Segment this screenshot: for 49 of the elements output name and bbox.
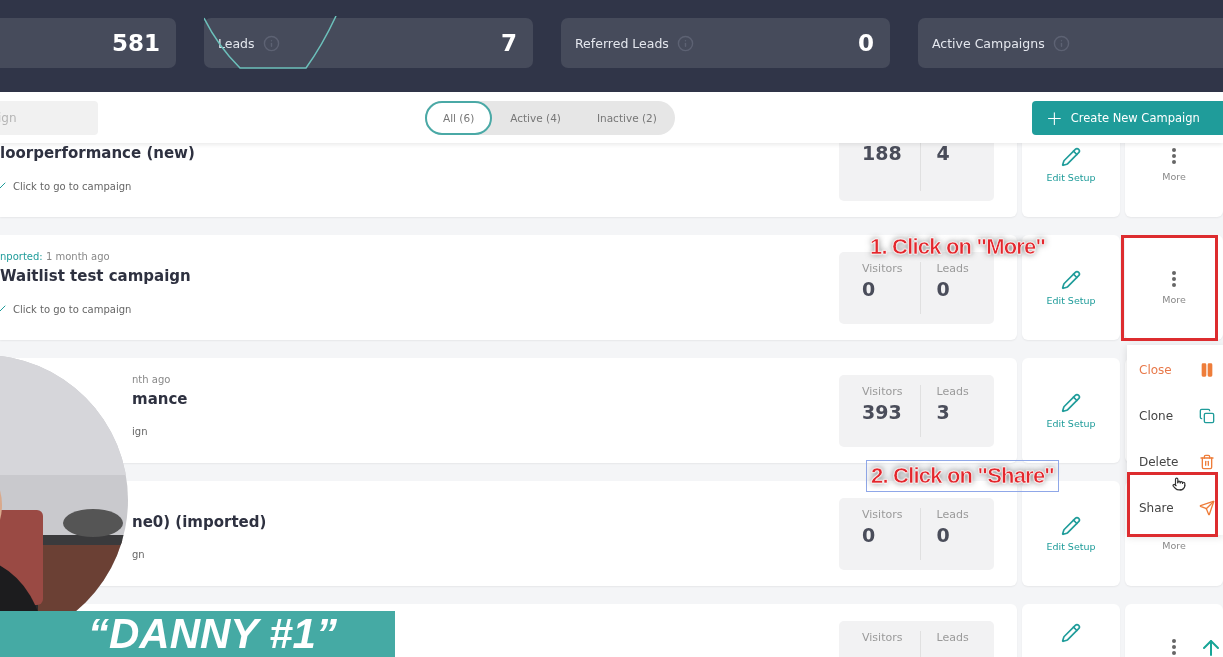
stat-label: Leads bbox=[936, 261, 970, 275]
stat-label: Visitors bbox=[862, 384, 904, 398]
stat-label: Visitors bbox=[862, 630, 904, 644]
campaign-name: loorperformance (new) bbox=[0, 144, 196, 162]
stat-value: 7 bbox=[501, 30, 517, 56]
stat-label: Leads bbox=[936, 630, 970, 644]
filter-tab[interactable]: All (6) bbox=[425, 100, 493, 135]
edit-setup-button[interactable]: Edit Setup bbox=[1046, 269, 1096, 306]
filter-tab[interactable]: Inactive (2) bbox=[578, 100, 675, 135]
campaign-name: mance bbox=[132, 390, 189, 408]
stat-value: 4 bbox=[936, 141, 951, 164]
campaign-name: ne0) (imported) bbox=[132, 513, 268, 531]
stat-value: 0 bbox=[862, 523, 877, 546]
stat-value: 188 bbox=[862, 141, 903, 164]
campaign-name: Waitlist test campaign bbox=[0, 267, 192, 285]
edit-setup-button[interactable]: Edit Setup bbox=[1046, 146, 1096, 183]
edit-setup-button[interactable]: Edit Setup bbox=[1046, 515, 1096, 552]
stat-value: 3 bbox=[936, 400, 951, 423]
menu-item[interactable]: Delete bbox=[1127, 439, 1223, 485]
annotation-text: 2. Click on "Share" bbox=[866, 460, 1059, 492]
search-field[interactable]: ign bbox=[0, 100, 98, 135]
stat-value: 0 bbox=[936, 523, 951, 546]
stat-label: Leads bbox=[936, 507, 970, 521]
more-button[interactable]: More bbox=[1162, 147, 1186, 182]
create-campaign-button[interactable]: + Create New Campaign bbox=[1032, 100, 1223, 135]
stat-value: 0 bbox=[858, 30, 874, 56]
annotation-text: 1. Click on "More" bbox=[869, 233, 1047, 261]
stat-value: 393 bbox=[862, 400, 903, 423]
campaign-link[interactable]: Click to go to campaign bbox=[13, 303, 132, 315]
campaign-meta: nth ago bbox=[132, 374, 172, 387]
campaign-link[interactable]: gn bbox=[132, 549, 145, 560]
stat-label: Leads bbox=[218, 35, 255, 51]
more-button[interactable]: More bbox=[1162, 270, 1186, 305]
stat-label: Visitors bbox=[862, 507, 904, 521]
stat-value: 581 bbox=[112, 30, 160, 56]
edit-setup-button[interactable]: Edit Setup bbox=[1046, 392, 1096, 429]
campaign-link[interactable]: ign bbox=[132, 426, 148, 437]
stat-label: Referred Leads bbox=[575, 35, 669, 51]
menu-item[interactable]: Clone bbox=[1127, 393, 1223, 439]
stat-label: Leads bbox=[936, 384, 970, 398]
video-caption: “DANNY #1” bbox=[0, 611, 395, 657]
stat-value: 0 bbox=[862, 277, 877, 300]
stat-label: Visitors bbox=[862, 261, 904, 275]
campaign-meta: nported: 1 month ago bbox=[0, 251, 111, 264]
stat-label: Active Campaigns bbox=[932, 35, 1045, 51]
stat-value: 0 bbox=[936, 277, 951, 300]
menu-item[interactable]: Close bbox=[1127, 347, 1223, 393]
filter-tab[interactable]: Active (4) bbox=[492, 100, 579, 135]
campaign-link[interactable]: Click to go to campaign bbox=[13, 180, 132, 192]
